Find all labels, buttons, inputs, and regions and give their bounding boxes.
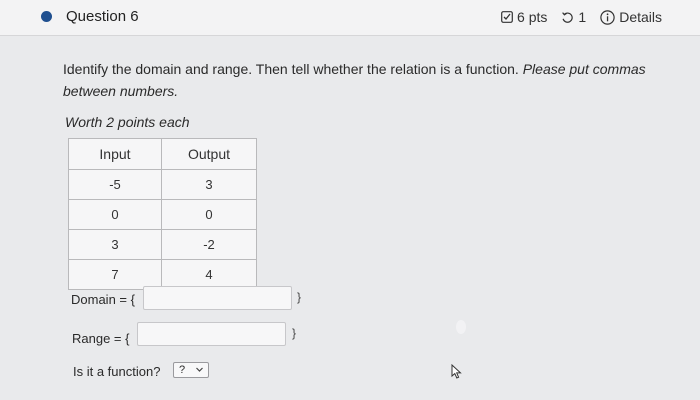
- output-column-header: Output: [161, 138, 257, 170]
- screen-glare: [456, 320, 466, 334]
- input-cell: -5: [68, 169, 162, 200]
- function-select-value: ?: [179, 364, 186, 376]
- details-link[interactable]: Details: [619, 9, 662, 25]
- retry-icon: [561, 11, 574, 24]
- function-select[interactable]: ?: [173, 362, 209, 378]
- attempts-count: 1: [578, 9, 587, 25]
- output-cell: 4: [161, 259, 257, 290]
- input-cell: 7: [68, 259, 162, 290]
- output-cell: 0: [161, 199, 257, 230]
- input-output-table: Input Output -5 3 0 0 3 -2 7 4: [68, 138, 257, 290]
- worth-note: Worth 2 points each: [65, 114, 190, 130]
- input-cell: 0: [68, 199, 162, 230]
- table-row: 7 4: [68, 259, 257, 290]
- function-question-label: Is it a function?: [73, 364, 161, 379]
- question-header: Question 6 6 pts 1 Details: [0, 0, 700, 36]
- chevron-down-icon: [195, 365, 204, 377]
- table-row: 0 0: [68, 199, 257, 230]
- info-icon[interactable]: [600, 9, 615, 25]
- range-label: Range = {: [72, 331, 130, 346]
- prompt-text: Identify the domain and range. Then tell…: [63, 61, 519, 77]
- question-prompt: Identify the domain and range. Then tell…: [63, 58, 653, 102]
- domain-input[interactable]: [143, 286, 292, 310]
- input-column-header: Input: [68, 138, 162, 170]
- output-cell: -2: [161, 229, 257, 260]
- question-meta: 6 pts 1 Details: [501, 9, 662, 25]
- domain-label: Domain = {: [71, 292, 135, 307]
- question-title: Question 6: [66, 8, 139, 25]
- mouse-pointer-icon: [451, 363, 463, 385]
- domain-close-brace: }: [297, 290, 302, 304]
- question-dot-icon: [41, 11, 52, 22]
- input-cell: 3: [68, 229, 162, 260]
- range-close-brace: }: [292, 326, 297, 340]
- table-header-row: Input Output: [68, 138, 257, 170]
- output-cell: 3: [161, 169, 257, 200]
- checkbox-edit-icon: [501, 11, 513, 23]
- points-label: 6 pts: [517, 9, 548, 25]
- range-input[interactable]: [137, 322, 286, 346]
- table-row: -5 3: [68, 169, 257, 200]
- table-row: 3 -2: [68, 229, 257, 260]
